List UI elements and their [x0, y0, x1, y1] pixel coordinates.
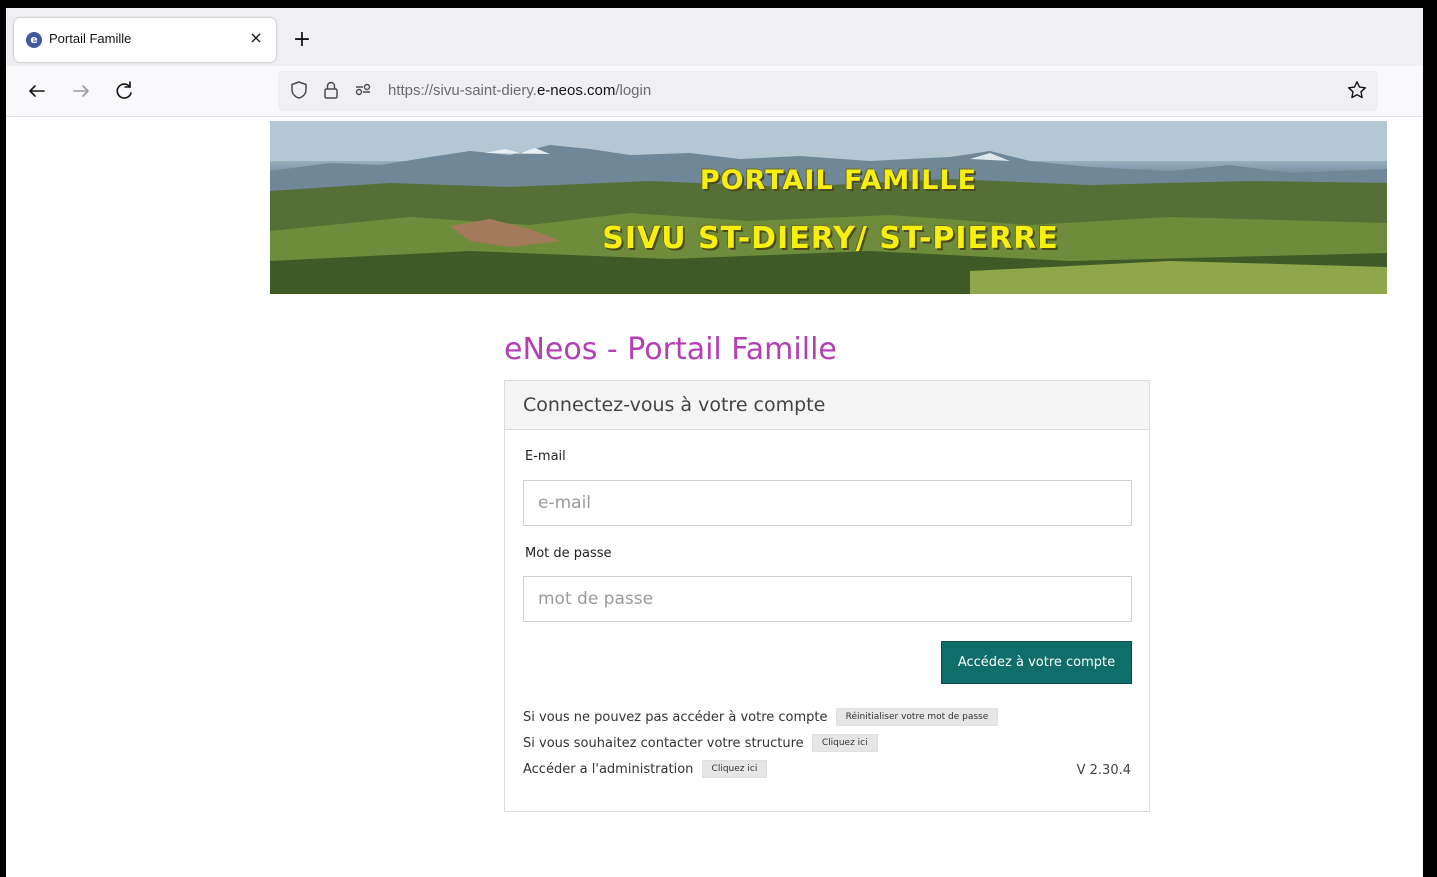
permissions-icon[interactable] [352, 79, 374, 101]
landscape-image [270, 121, 1387, 294]
close-tab-icon[interactable]: × [246, 28, 266, 48]
url-bar[interactable]: https://sivu-saint-diery.e-neos.com/logi… [278, 71, 1378, 111]
login-panel: Connectez-vous à votre compte E-mail Mot… [504, 380, 1150, 812]
forward-arrow-icon[interactable] [68, 78, 94, 104]
header-banner: PORTAIL FAMILLE SIVU ST-DIERY/ ST-PIERRE [270, 121, 1387, 294]
tab-title: Portail Famille [49, 31, 132, 46]
bookmark-star-icon[interactable] [1346, 79, 1368, 101]
contact-structure-row: Si vous souhaitez contacter votre struct… [523, 734, 878, 756]
reset-password-button[interactable]: Réinitialiser votre mot de passe [835, 708, 999, 726]
browser-window: e Portail Famille × + https://sivu-saint… [6, 8, 1423, 877]
tab-portail-famille[interactable]: e Portail Famille × [14, 18, 276, 62]
url-text[interactable]: https://sivu-saint-diery.e-neos.com/logi… [388, 82, 651, 99]
admin-access-button[interactable]: Cliquez ici [701, 760, 768, 778]
navigation-bar: https://sivu-saint-diery.e-neos.com/logi… [6, 66, 1423, 117]
contact-structure-text: Si vous souhaitez contacter votre struct… [523, 735, 804, 751]
login-heading: Connectez-vous à votre compte [523, 394, 826, 416]
email-label: E-mail [525, 449, 566, 464]
url-domain: e-neos.com [536, 82, 616, 99]
reset-password-text: Si vous ne pouvez pas accéder à votre co… [523, 709, 828, 725]
email-field[interactable] [523, 480, 1132, 526]
reset-password-row: Si vous ne pouvez pas accéder à votre co… [523, 708, 999, 730]
back-arrow-icon[interactable] [24, 78, 50, 104]
admin-access-text: Accéder a l'administration [523, 761, 694, 777]
reload-icon[interactable] [111, 78, 137, 104]
login-submit-button[interactable]: Accédez à votre compte [941, 641, 1132, 684]
banner-subtitle: SIVU ST-DIERY/ ST-PIERRE [602, 221, 1059, 256]
tab-strip: e Portail Famille × + [6, 8, 1423, 66]
url-prefix: https://sivu-saint-diery. [388, 82, 537, 99]
admin-access-row: Accéder a l'administration Cliquez ici [523, 760, 768, 782]
password-field[interactable] [523, 576, 1132, 622]
new-tab-icon[interactable]: + [290, 28, 314, 52]
password-label: Mot de passe [525, 546, 612, 561]
login-panel-header: Connectez-vous à votre compte [505, 381, 1149, 430]
eneos-favicon-icon: e [26, 32, 42, 48]
version-label: V 2.30.4 [1076, 763, 1131, 778]
banner-title: PORTAIL FAMILLE [699, 165, 978, 196]
url-suffix: /login [615, 82, 652, 99]
lock-icon[interactable] [320, 79, 342, 101]
shield-icon[interactable] [288, 79, 310, 101]
contact-structure-button[interactable]: Cliquez ici [811, 734, 878, 752]
page-title: eNeos - Portail Famille [504, 332, 837, 367]
